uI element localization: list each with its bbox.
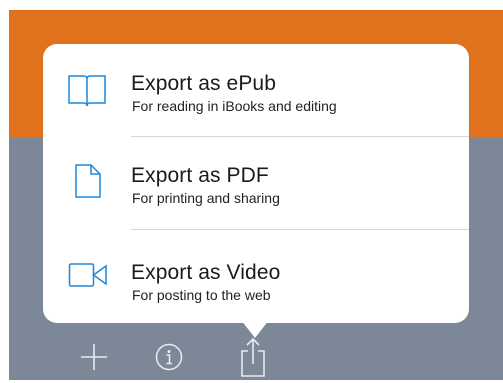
export-video-subtitle: For posting to the web bbox=[132, 287, 271, 303]
book-icon bbox=[67, 73, 107, 107]
video-camera-icon bbox=[68, 260, 108, 290]
popover-arrow bbox=[241, 320, 269, 338]
document-icon bbox=[74, 163, 102, 199]
export-pdf-title: Export as PDF bbox=[131, 164, 269, 187]
export-epub-title: Export as ePub bbox=[131, 72, 276, 95]
export-epub-subtitle: For reading in iBooks and editing bbox=[132, 98, 337, 114]
export-epub-option[interactable]: Export as ePub For reading in iBooks and… bbox=[43, 44, 469, 136]
export-video-option[interactable]: Export as Video For posting to the web bbox=[43, 230, 469, 322]
export-popover: Export as ePub For reading in iBooks and… bbox=[43, 44, 469, 338]
top-margin bbox=[0, 0, 503, 10]
export-pdf-subtitle: For printing and sharing bbox=[132, 190, 280, 206]
export-pdf-option[interactable]: Export as PDF For printing and sharing bbox=[43, 137, 469, 229]
plus-icon[interactable] bbox=[79, 342, 109, 372]
info-icon[interactable] bbox=[154, 342, 184, 372]
export-video-title: Export as Video bbox=[131, 261, 281, 284]
share-icon[interactable] bbox=[235, 336, 271, 378]
